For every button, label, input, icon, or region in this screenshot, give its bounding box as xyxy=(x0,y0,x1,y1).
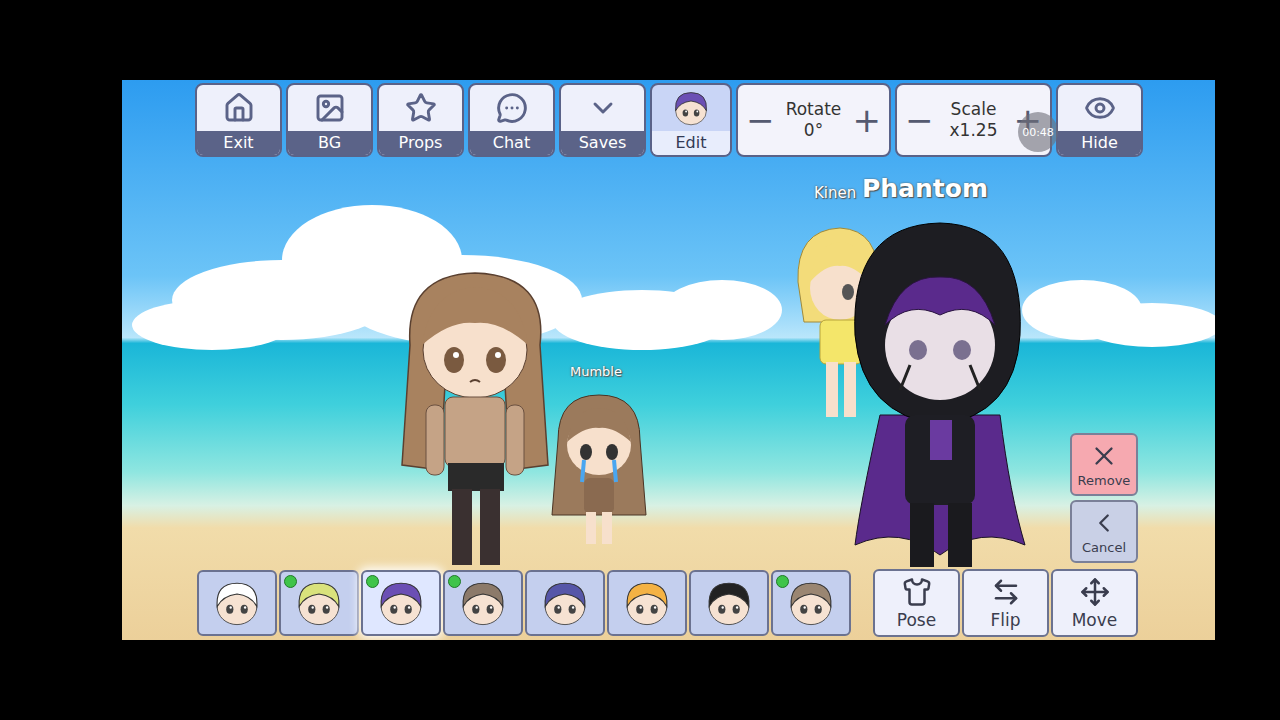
character-slot[interactable] xyxy=(279,570,359,636)
action-button[interactable]: Flip xyxy=(962,569,1049,637)
tool-icon xyxy=(587,92,619,124)
girl-character[interactable] xyxy=(390,265,560,570)
control-label: Rotate xyxy=(786,99,842,120)
character-name: Mumble xyxy=(570,364,622,379)
action-icon xyxy=(1080,577,1110,607)
tool-icon xyxy=(223,92,255,124)
toolbar-button[interactable]: BG xyxy=(286,83,373,157)
active-dot xyxy=(448,575,461,588)
toolbar-button[interactable]: Saves xyxy=(559,83,646,157)
active-dot xyxy=(366,575,379,588)
hooded-character-icon[interactable] xyxy=(840,215,1035,570)
slot-face-icon xyxy=(292,576,346,630)
character-slot[interactable] xyxy=(361,570,441,636)
character-face-icon xyxy=(670,87,712,129)
character-name: Kinen xyxy=(814,184,856,202)
canvas-area: RemoveCancel xyxy=(122,157,1215,569)
girl-character-icon[interactable] xyxy=(390,265,560,570)
slot-face-icon xyxy=(374,576,428,630)
chibi-character[interactable] xyxy=(548,390,650,548)
toolbar-button[interactable]: Edit xyxy=(650,83,732,157)
character-slot[interactable] xyxy=(197,570,277,636)
chibi-character-icon[interactable] xyxy=(548,390,650,548)
toolbar-button[interactable]: Chat xyxy=(468,83,555,157)
clouds-icon xyxy=(122,190,1215,360)
slot-face-icon xyxy=(210,576,264,630)
active-dot xyxy=(776,575,789,588)
action-button[interactable]: Move xyxy=(1051,569,1138,637)
recording-timer: 00:48 xyxy=(1018,112,1058,152)
slot-face-icon xyxy=(620,576,674,630)
action-icon xyxy=(902,577,932,607)
side-button[interactable]: Remove xyxy=(1070,433,1138,496)
decrease-button[interactable]: − xyxy=(905,103,934,137)
control-value: x1.25 xyxy=(950,120,998,141)
top-toolbar: ExitBGPropsChatSavesEdit−Rotate0°+−Scale… xyxy=(195,83,1215,157)
bottom-bar: PoseFlipMove xyxy=(197,569,1215,637)
action-buttons: PoseFlipMove xyxy=(873,569,1138,637)
side-icon xyxy=(1089,441,1119,471)
side-button[interactable]: Cancel xyxy=(1070,500,1138,563)
action-icon xyxy=(991,577,1021,607)
control-value: 0° xyxy=(804,120,823,141)
character-slots xyxy=(197,570,851,636)
character-slot[interactable] xyxy=(689,570,769,636)
toolbar-button[interactable]: Props xyxy=(377,83,464,157)
beach-scene: Mumble Kinen Phantom ExitBGPropsChatSavesEd… xyxy=(122,80,1215,640)
toolbar-button[interactable]: Exit xyxy=(195,83,282,157)
tool-icon xyxy=(496,92,528,124)
slot-face-icon xyxy=(702,576,756,630)
character-slot[interactable] xyxy=(525,570,605,636)
active-dot xyxy=(284,575,297,588)
hide-button[interactable]: Hide xyxy=(1056,83,1143,157)
character-slot[interactable] xyxy=(771,570,851,636)
character-slot[interactable] xyxy=(607,570,687,636)
eye-icon xyxy=(1084,92,1116,124)
character-slot[interactable] xyxy=(443,570,523,636)
slot-face-icon xyxy=(456,576,510,630)
tool-icon xyxy=(405,92,437,124)
hooded-character[interactable] xyxy=(840,215,1035,570)
tool-icon xyxy=(314,92,346,124)
slot-face-icon xyxy=(538,576,592,630)
slot-face-icon xyxy=(784,576,838,630)
increase-button[interactable]: + xyxy=(852,103,881,137)
side-icon xyxy=(1089,508,1119,538)
value-control: −Rotate0° + xyxy=(736,83,891,157)
action-button[interactable]: Pose xyxy=(873,569,960,637)
game-frame: Mumble Kinen Phantom ExitBGPropsChatSavesEd… xyxy=(0,0,1280,720)
decrease-button[interactable]: − xyxy=(746,103,775,137)
character-name: Phantom xyxy=(862,174,988,203)
control-label: Scale xyxy=(951,99,997,120)
